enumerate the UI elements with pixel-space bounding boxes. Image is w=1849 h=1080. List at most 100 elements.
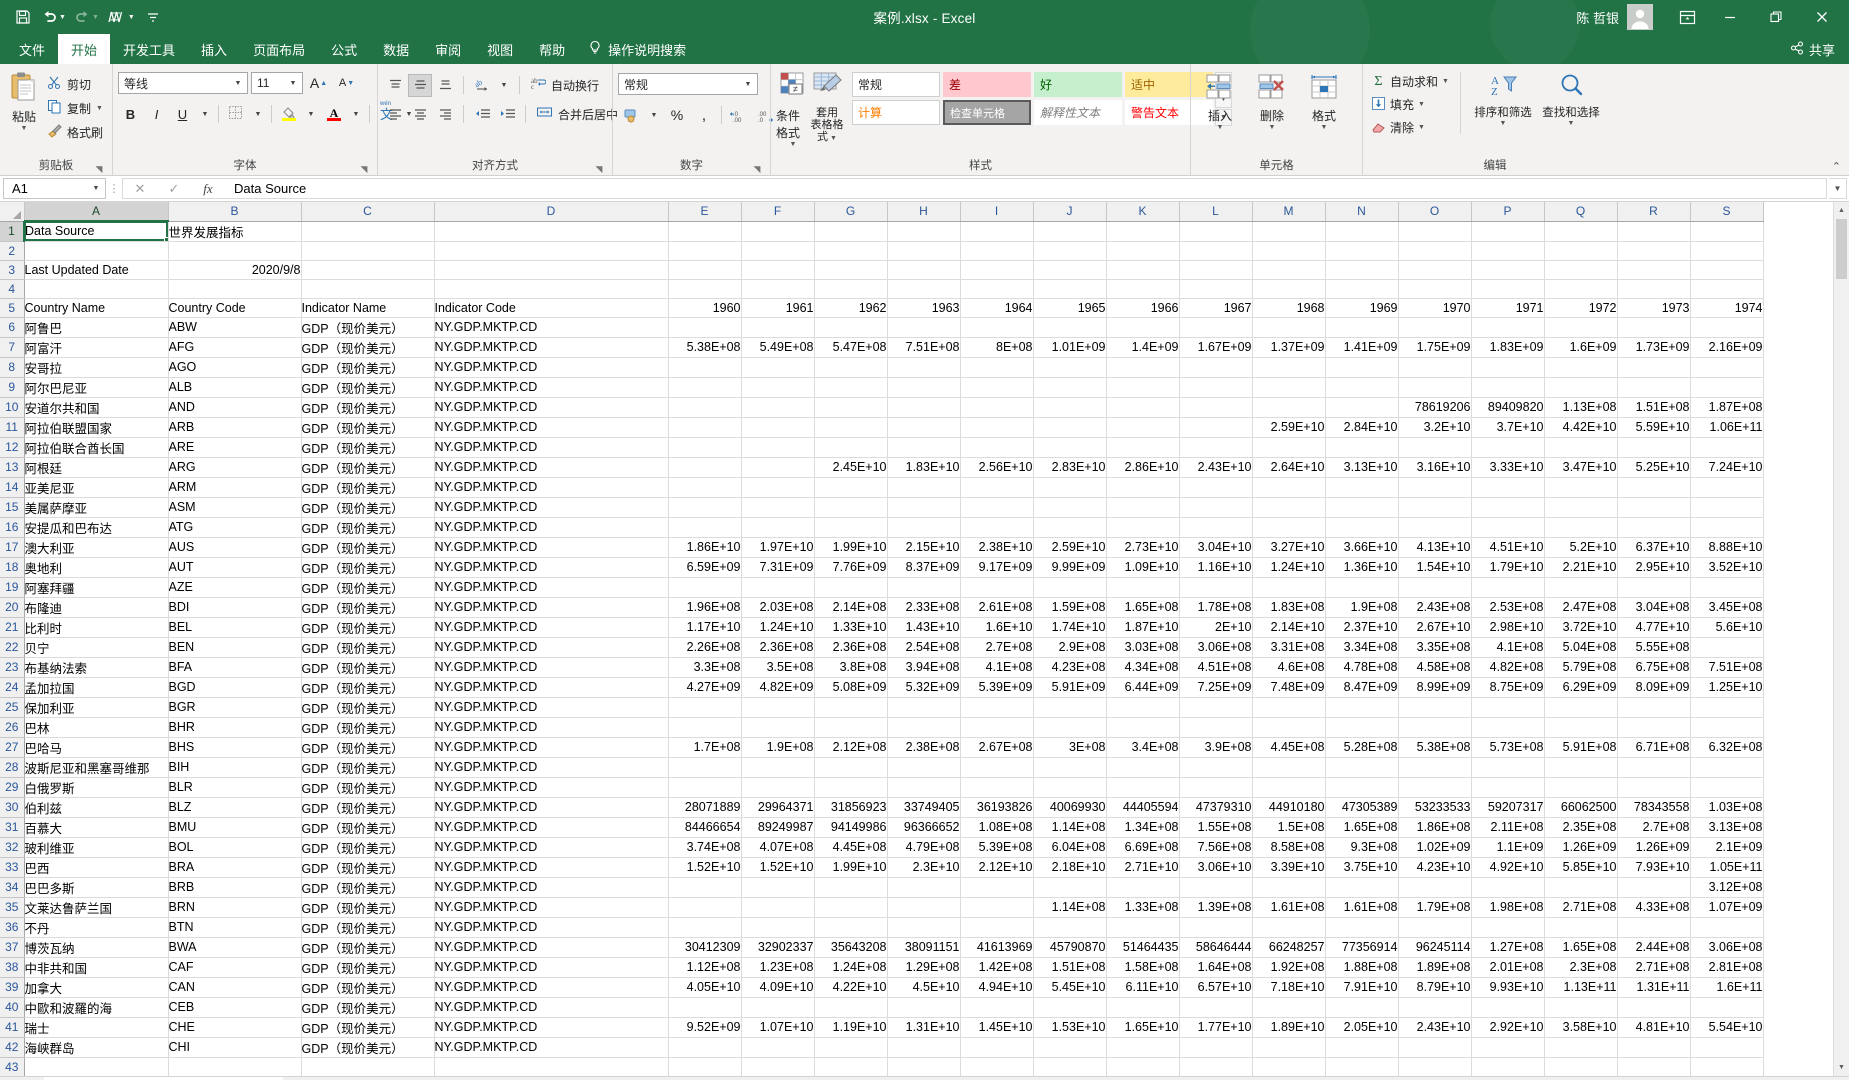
cell-C30[interactable]: GDP（现价美元） (301, 797, 434, 817)
cell-B42[interactable]: CHI (168, 1037, 301, 1057)
align-right-button[interactable] (433, 103, 457, 126)
cell-K11[interactable] (1106, 417, 1179, 437)
format-painter-button[interactable]: 格式刷 (43, 120, 107, 144)
cell-C35[interactable]: GDP（现价美元） (301, 897, 434, 917)
redo-icon[interactable]: ▼ (71, 4, 102, 30)
cell-N13[interactable]: 3.13E+10 (1325, 457, 1398, 477)
cell-L32[interactable]: 7.56E+08 (1179, 837, 1252, 857)
cell-O41[interactable]: 2.43E+10 (1398, 1017, 1471, 1037)
cell-F1[interactable] (741, 221, 814, 241)
row-header-13[interactable]: 13 (0, 457, 24, 477)
cell-F42[interactable] (741, 1037, 814, 1057)
cell-Q8[interactable] (1544, 357, 1617, 377)
column-header-O[interactable]: O (1398, 202, 1471, 221)
cell-H25[interactable] (887, 697, 960, 717)
row-header-10[interactable]: 10 (0, 397, 24, 417)
cell-E11[interactable] (668, 417, 741, 437)
cell-L16[interactable] (1179, 517, 1252, 537)
cell-B14[interactable]: ARM (168, 477, 301, 497)
cell-N9[interactable] (1325, 377, 1398, 397)
cell-F9[interactable] (741, 377, 814, 397)
cell-E13[interactable] (668, 457, 741, 477)
style-bad[interactable]: 差 (943, 72, 1031, 97)
spreadsheet-grid[interactable]: ABCDEFGHIJKLMNOPQRS 1Data Source世界发展指标23… (0, 202, 1849, 1076)
cell-A11[interactable]: 阿拉伯联盟国家 (24, 417, 168, 437)
cell-L21[interactable]: 2E+10 (1179, 617, 1252, 637)
cell-K36[interactable] (1106, 917, 1179, 937)
cell-J27[interactable]: 3E+08 (1033, 737, 1106, 757)
cell-G7[interactable]: 5.47E+08 (814, 337, 887, 357)
cell-O40[interactable] (1398, 997, 1471, 1017)
cell-R8[interactable] (1617, 357, 1690, 377)
cell-L15[interactable] (1179, 497, 1252, 517)
cell-Q18[interactable]: 2.21E+10 (1544, 557, 1617, 577)
cell-D23[interactable]: NY.GDP.MKTP.CD (434, 657, 668, 677)
cell-E36[interactable] (668, 917, 741, 937)
cell-R17[interactable]: 6.37E+10 (1617, 537, 1690, 557)
cell-I16[interactable] (960, 517, 1033, 537)
cell-D21[interactable]: NY.GDP.MKTP.CD (434, 617, 668, 637)
cell-A4[interactable] (24, 279, 168, 298)
cell-S4[interactable] (1690, 279, 1763, 298)
cell-I6[interactable] (960, 317, 1033, 337)
cell-B26[interactable]: BHR (168, 717, 301, 737)
cell-M19[interactable] (1252, 577, 1325, 597)
underline-button[interactable]: U (170, 102, 195, 126)
cell-D17[interactable]: NY.GDP.MKTP.CD (434, 537, 668, 557)
cell-F27[interactable]: 1.9E+08 (741, 737, 814, 757)
cell-P16[interactable] (1471, 517, 1544, 537)
cell-B30[interactable]: BLZ (168, 797, 301, 817)
cell-I37[interactable]: 41613969 (960, 937, 1033, 957)
cell-G33[interactable]: 1.99E+10 (814, 857, 887, 877)
cell-K7[interactable]: 1.4E+09 (1106, 337, 1179, 357)
find-select-caret[interactable]: ▼ (1567, 120, 1574, 128)
cell-O39[interactable]: 8.79E+10 (1398, 977, 1471, 997)
ribbon-tab-file[interactable]: 文件 (6, 34, 58, 64)
cell-I22[interactable]: 2.7E+08 (960, 637, 1033, 657)
cell-E23[interactable]: 3.3E+08 (668, 657, 741, 677)
cell-B23[interactable]: BFA (168, 657, 301, 677)
confirm-entry-icon[interactable]: ✓ (157, 179, 191, 199)
cell-R41[interactable]: 4.81E+10 (1617, 1017, 1690, 1037)
cell-N35[interactable]: 1.61E+08 (1325, 897, 1398, 917)
cell-B39[interactable]: CAN (168, 977, 301, 997)
cell-F4[interactable] (741, 279, 814, 298)
cell-P38[interactable]: 2.01E+08 (1471, 957, 1544, 977)
cell-P13[interactable]: 3.33E+10 (1471, 457, 1544, 477)
cell-K25[interactable] (1106, 697, 1179, 717)
cell-N16[interactable] (1325, 517, 1398, 537)
cell-G6[interactable] (814, 317, 887, 337)
cell-G21[interactable]: 1.33E+10 (814, 617, 887, 637)
cell-I5[interactable]: 1964 (960, 298, 1033, 317)
row-header-31[interactable]: 31 (0, 817, 24, 837)
cell-K20[interactable]: 1.65E+08 (1106, 597, 1179, 617)
cell-E3[interactable] (668, 260, 741, 279)
cell-P7[interactable]: 1.83E+09 (1471, 337, 1544, 357)
row-header-22[interactable]: 22 (0, 637, 24, 657)
cell-J25[interactable] (1033, 697, 1106, 717)
cell-L7[interactable]: 1.67E+09 (1179, 337, 1252, 357)
cell-O19[interactable] (1398, 577, 1471, 597)
cell-G22[interactable]: 2.36E+08 (814, 637, 887, 657)
delete-cells-caret[interactable]: ▼ (1269, 124, 1276, 132)
cell-P6[interactable] (1471, 317, 1544, 337)
select-all-corner[interactable] (0, 202, 24, 221)
cell-I24[interactable]: 5.39E+09 (960, 677, 1033, 697)
cell-K30[interactable]: 44405594 (1106, 797, 1179, 817)
cell-C13[interactable]: GDP（现价美元） (301, 457, 434, 477)
cell-G23[interactable]: 3.8E+08 (814, 657, 887, 677)
style-check-cell[interactable]: 检查单元格 (943, 100, 1031, 125)
cell-L2[interactable] (1179, 241, 1252, 260)
cell-H32[interactable]: 4.79E+08 (887, 837, 960, 857)
cell-O14[interactable] (1398, 477, 1471, 497)
cancel-entry-icon[interactable]: ✕ (123, 179, 157, 199)
row-header-24[interactable]: 24 (0, 677, 24, 697)
cell-I40[interactable] (960, 997, 1033, 1017)
cell-K33[interactable]: 2.71E+10 (1106, 857, 1179, 877)
cell-C42[interactable]: GDP（现价美元） (301, 1037, 434, 1057)
cell-N21[interactable]: 2.37E+10 (1325, 617, 1398, 637)
cell-O24[interactable]: 8.99E+09 (1398, 677, 1471, 697)
cell-E18[interactable]: 6.59E+09 (668, 557, 741, 577)
cell-A12[interactable]: 阿拉伯联合酋长国 (24, 437, 168, 457)
cell-J19[interactable] (1033, 577, 1106, 597)
